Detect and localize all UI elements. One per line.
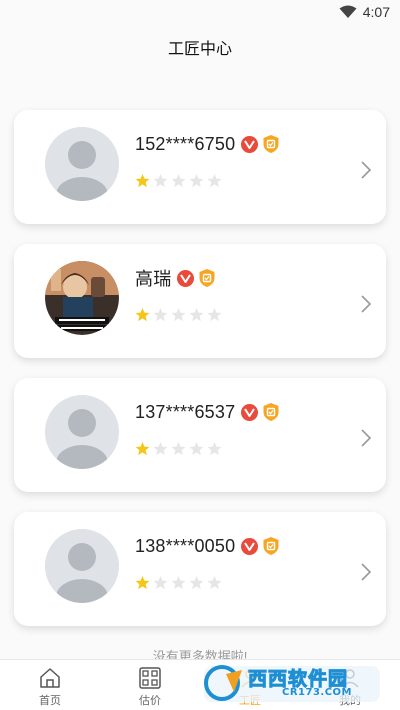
user-icon bbox=[341, 669, 359, 688]
page-title-bar: 工匠中心 bbox=[0, 24, 400, 70]
avatar-placeholder bbox=[45, 529, 119, 603]
default-avatar-icon bbox=[45, 395, 119, 469]
grid-icon bbox=[139, 667, 161, 689]
star-empty-icon bbox=[153, 307, 168, 322]
tab-label: 首页 bbox=[39, 695, 61, 707]
rating-stars bbox=[135, 441, 222, 456]
status-time: 4:07 bbox=[362, 4, 390, 20]
page-title: 工匠中心 bbox=[167, 41, 232, 58]
star-empty-icon bbox=[171, 307, 186, 322]
user-photo-icon bbox=[45, 261, 119, 335]
star-filled-icon bbox=[135, 441, 150, 456]
name-row: 高瑞 bbox=[135, 266, 216, 290]
avatar-photo bbox=[45, 261, 119, 335]
star-filled-icon bbox=[135, 575, 150, 590]
verified-badge-icon bbox=[177, 269, 195, 287]
craftsman-name: 高瑞 bbox=[135, 269, 172, 289]
certified-shield-icon bbox=[263, 135, 279, 153]
star-empty-icon bbox=[153, 441, 168, 456]
name-row: 137****6537 bbox=[135, 400, 280, 424]
star-empty-icon bbox=[189, 575, 204, 590]
verified-badge-icon bbox=[241, 135, 259, 153]
certified-shield-icon bbox=[263, 403, 279, 421]
verified-badge-icon bbox=[241, 537, 259, 555]
name-row: 152****6750 bbox=[135, 132, 280, 156]
chevron-right-icon[interactable] bbox=[360, 562, 372, 582]
star-empty-icon bbox=[207, 441, 222, 456]
star-empty-icon bbox=[153, 173, 168, 188]
craftsman-name: 152****6750 bbox=[135, 133, 236, 154]
chevron-right-icon[interactable] bbox=[360, 294, 372, 314]
certified-shield-icon bbox=[199, 269, 215, 287]
status-bar: 4:07 bbox=[0, 0, 400, 24]
star-empty-icon bbox=[189, 441, 204, 456]
craftsman-name: 137****6537 bbox=[135, 401, 236, 422]
craftsman-card[interactable]: 152****6750 bbox=[14, 110, 386, 224]
craftsman-name: 138****0050 bbox=[135, 535, 236, 556]
tab-label: 估价 bbox=[139, 695, 161, 707]
tab-estimate[interactable]: 估价 bbox=[100, 660, 200, 710]
rating-stars bbox=[135, 173, 222, 188]
name-row: 138****0050 bbox=[135, 534, 280, 558]
wifi-icon bbox=[339, 5, 357, 18]
tab-home[interactable]: 首页 bbox=[0, 660, 100, 710]
chevron-right-icon[interactable] bbox=[360, 428, 372, 448]
default-avatar-icon bbox=[45, 529, 119, 603]
tab-label: 我的 bbox=[339, 695, 361, 707]
star-empty-icon bbox=[207, 575, 222, 590]
craftsman-card[interactable]: 138****0050 bbox=[14, 512, 386, 626]
star-empty-icon bbox=[189, 173, 204, 188]
rating-stars bbox=[135, 575, 222, 590]
star-empty-icon bbox=[171, 173, 186, 188]
star-empty-icon bbox=[207, 307, 222, 322]
bottom-tab-bar: 首页 估价 工匠 我的 bbox=[0, 659, 400, 710]
craftsman-icon bbox=[241, 669, 259, 688]
craftsman-card[interactable]: 高瑞 bbox=[14, 244, 386, 358]
tab-craftsman[interactable]: 工匠 bbox=[200, 660, 300, 710]
star-filled-icon bbox=[135, 173, 150, 188]
craftsman-card[interactable]: 137****6537 bbox=[14, 378, 386, 492]
avatar-placeholder bbox=[45, 127, 119, 201]
home-icon bbox=[40, 668, 60, 688]
rating-stars bbox=[135, 307, 222, 322]
star-empty-icon bbox=[171, 441, 186, 456]
star-filled-icon bbox=[135, 307, 150, 322]
tab-mine[interactable]: 我的 bbox=[300, 660, 400, 710]
certified-shield-icon bbox=[263, 537, 279, 555]
star-empty-icon bbox=[171, 575, 186, 590]
default-avatar-icon bbox=[45, 127, 119, 201]
avatar-placeholder bbox=[45, 395, 119, 469]
verified-badge-icon bbox=[241, 403, 259, 421]
tab-label: 工匠 bbox=[239, 695, 261, 707]
star-empty-icon bbox=[189, 307, 204, 322]
star-empty-icon bbox=[153, 575, 168, 590]
star-empty-icon bbox=[207, 173, 222, 188]
chevron-right-icon[interactable] bbox=[360, 160, 372, 180]
